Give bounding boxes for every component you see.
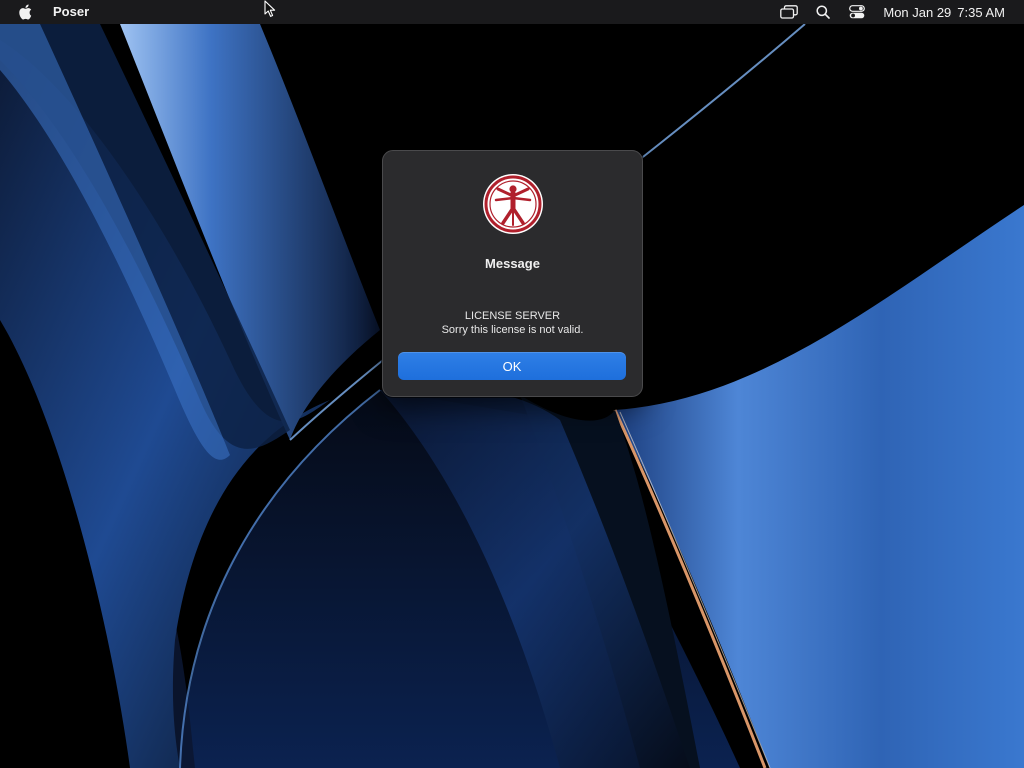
license-alert-dialog: Message LICENSE SERVER Sorry this licens… [382, 150, 643, 397]
mouse-pointer-icon [264, 0, 276, 17]
apple-icon[interactable] [18, 3, 34, 21]
search-icon[interactable] [813, 4, 833, 20]
poser-figure-icon [483, 174, 543, 234]
control-center-icon[interactable] [847, 4, 867, 20]
app-menu-name[interactable]: Poser [53, 4, 89, 19]
dialog-message-line-2: Sorry this license is not valid. [441, 324, 584, 336]
menu-bar: Poser Mon Jan 29 7:35 AM [0, 0, 1024, 24]
desktop: Poser Mon Jan 29 7:35 AM Message LICENSE… [0, 0, 1024, 768]
dialog-message: LICENSE SERVER Sorry this license is not… [383, 309, 642, 337]
clock-time: 7:35 AM [957, 4, 1005, 20]
menu-extras: Mon Jan 29 7:35 AM [765, 0, 1005, 24]
ok-button[interactable]: OK [398, 352, 626, 380]
clock-date: Mon Jan 29 [883, 4, 952, 20]
dialog-message-line-1: LICENSE SERVER [464, 310, 561, 322]
dialog-title: Message [485, 256, 540, 271]
menu-clock[interactable]: Mon Jan 29 7:35 AM [883, 5, 1005, 20]
screen-mirroring-icon[interactable] [779, 4, 799, 20]
